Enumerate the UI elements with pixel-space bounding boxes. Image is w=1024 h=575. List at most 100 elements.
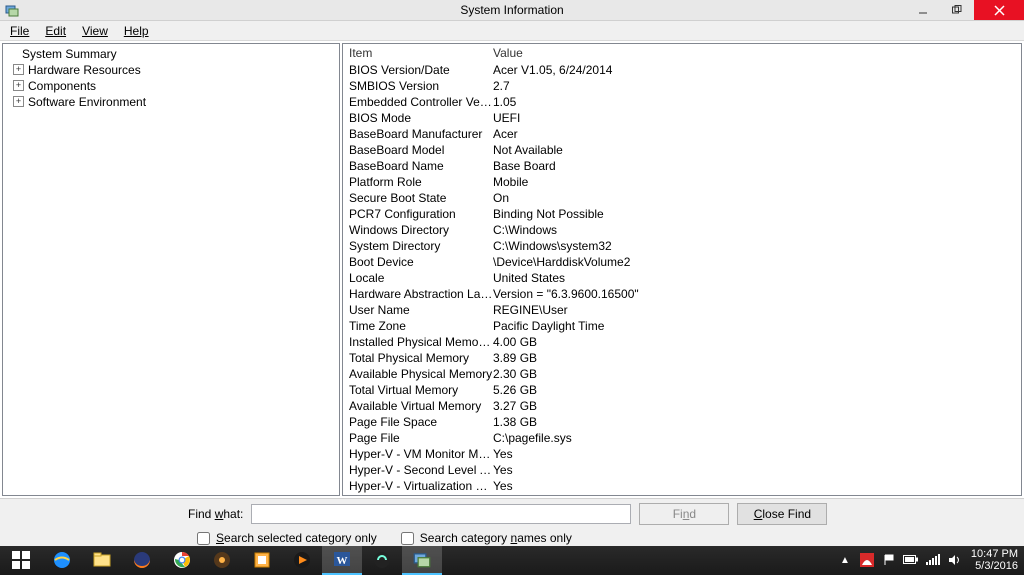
- data-row[interactable]: Installed Physical Memory (RAM)4.00 GB: [343, 334, 1021, 350]
- data-row[interactable]: Secure Boot StateOn: [343, 190, 1021, 206]
- taskbar-msinfo-icon[interactable]: [402, 546, 442, 575]
- data-row[interactable]: Windows DirectoryC:\Windows: [343, 222, 1021, 238]
- close-button[interactable]: [974, 0, 1024, 20]
- start-button[interactable]: [0, 546, 42, 575]
- data-row[interactable]: Available Virtual Memory3.27 GB: [343, 398, 1021, 414]
- tray-chevron-icon[interactable]: ▲: [837, 552, 853, 568]
- cell-value: Mobile: [493, 174, 1021, 190]
- data-row[interactable]: Platform RoleMobile: [343, 174, 1021, 190]
- data-row[interactable]: Hardware Abstraction LayerVersion = "6.3…: [343, 286, 1021, 302]
- cell-item: Windows Directory: [343, 222, 493, 238]
- tray-network-icon[interactable]: [925, 552, 941, 568]
- cell-value: Base Board: [493, 158, 1021, 174]
- tree-item[interactable]: + Components: [7, 78, 335, 94]
- data-row[interactable]: Boot Device\Device\HarddiskVolume2: [343, 254, 1021, 270]
- cell-value: UEFI: [493, 110, 1021, 126]
- menu-edit[interactable]: Edit: [39, 22, 72, 40]
- cell-value: Not Available: [493, 142, 1021, 158]
- cell-value: 4.00 GB: [493, 334, 1021, 350]
- cell-item: User Name: [343, 302, 493, 318]
- cell-value: 2.7: [493, 78, 1021, 94]
- taskbar-app-icon-1[interactable]: [202, 546, 242, 575]
- search-names-cb[interactable]: [401, 532, 414, 545]
- taskbar-word-icon[interactable]: W: [322, 546, 362, 575]
- cell-item: Available Virtual Memory: [343, 398, 493, 414]
- data-row[interactable]: BaseBoard ManufacturerAcer: [343, 126, 1021, 142]
- expander-icon[interactable]: +: [13, 80, 24, 91]
- tray-avira-icon[interactable]: [859, 552, 875, 568]
- data-panel[interactable]: Item Value BIOS Version/DateAcer V1.05, …: [342, 43, 1022, 496]
- search-selected-cb[interactable]: [197, 532, 210, 545]
- taskbar-explorer-icon[interactable]: [82, 546, 122, 575]
- expander-icon[interactable]: +: [13, 64, 24, 75]
- clock-date: 5/3/2016: [975, 560, 1018, 572]
- data-row[interactable]: BIOS Version/DateAcer V1.05, 6/24/2014: [343, 62, 1021, 78]
- tray-battery-icon[interactable]: [903, 552, 919, 568]
- taskbar: W ▲ 10:47 PM 5/3/2016: [0, 546, 1024, 575]
- maximize-button[interactable]: [940, 0, 974, 20]
- cell-value: C:\pagefile.sys: [493, 430, 1021, 446]
- tree-root[interactable]: System Summary: [7, 46, 335, 62]
- app-icon: [4, 2, 20, 18]
- data-row[interactable]: BaseBoard NameBase Board: [343, 158, 1021, 174]
- menu-view[interactable]: View: [76, 22, 114, 40]
- menu-help[interactable]: Help: [118, 22, 155, 40]
- tree-item[interactable]: +Software Environment: [7, 94, 335, 110]
- tree-panel[interactable]: System Summary + Hardware Resources + Compo…: [2, 43, 340, 496]
- data-row[interactable]: Hyper-V - VM Monitor Mode E...Yes: [343, 446, 1021, 462]
- data-row[interactable]: Available Physical Memory2.30 GB: [343, 366, 1021, 382]
- taskbar-clock[interactable]: 10:47 PM 5/3/2016: [965, 548, 1024, 572]
- data-row[interactable]: Hyper-V - Data Execution Prote...Yes: [343, 494, 1021, 496]
- tree-item-label: Components: [28, 78, 96, 94]
- data-row[interactable]: Total Virtual Memory5.26 GB: [343, 382, 1021, 398]
- data-row[interactable]: User NameREGINE\User: [343, 302, 1021, 318]
- data-row[interactable]: Page File Space1.38 GB: [343, 414, 1021, 430]
- cell-item: BIOS Mode: [343, 110, 493, 126]
- taskbar-chrome-icon[interactable]: [162, 546, 202, 575]
- data-row[interactable]: Total Physical Memory3.89 GB: [343, 350, 1021, 366]
- tray-flag-icon[interactable]: [881, 552, 897, 568]
- tree-item-label: Hardware Resources: [28, 62, 141, 78]
- taskbar-ie-icon[interactable]: [42, 546, 82, 575]
- find-button[interactable]: Find: [639, 503, 729, 525]
- minimize-button[interactable]: [906, 0, 940, 20]
- expander-icon[interactable]: +: [13, 96, 24, 107]
- menu-file[interactable]: File: [4, 22, 35, 40]
- taskbar-firefox-icon[interactable]: [122, 546, 162, 575]
- cell-value: 5.26 GB: [493, 382, 1021, 398]
- column-item[interactable]: Item: [343, 46, 493, 60]
- data-row[interactable]: LocaleUnited States: [343, 270, 1021, 286]
- data-row[interactable]: Time ZonePacific Daylight Time: [343, 318, 1021, 334]
- cell-value: 1.05: [493, 94, 1021, 110]
- data-row[interactable]: SMBIOS Version2.7: [343, 78, 1021, 94]
- cell-value: 1.38 GB: [493, 414, 1021, 430]
- find-input[interactable]: [251, 504, 631, 524]
- data-row[interactable]: Hyper-V - Virtualization Enable...Yes: [343, 478, 1021, 494]
- column-value[interactable]: Value: [493, 46, 1021, 60]
- data-row[interactable]: Page FileC:\pagefile.sys: [343, 430, 1021, 446]
- data-row[interactable]: PCR7 ConfigurationBinding Not Possible: [343, 206, 1021, 222]
- data-row[interactable]: BIOS ModeUEFI: [343, 110, 1021, 126]
- data-row[interactable]: Hyper-V - Second Level Addres...Yes: [343, 462, 1021, 478]
- taskbar-app-icon-2[interactable]: [242, 546, 282, 575]
- cell-item: Total Physical Memory: [343, 350, 493, 366]
- window-controls: [906, 0, 1024, 20]
- tree-item[interactable]: + Hardware Resources: [7, 62, 335, 78]
- find-bar: Find what: Find Close Find Search select…: [0, 498, 1024, 546]
- cell-item: Installed Physical Memory (RAM): [343, 334, 493, 350]
- cell-value: REGINE\User: [493, 302, 1021, 318]
- cell-value: C:\Windows: [493, 222, 1021, 238]
- cell-item: BaseBoard Manufacturer: [343, 126, 493, 142]
- cell-item: Hyper-V - Second Level Addres...: [343, 462, 493, 478]
- cell-item: SMBIOS Version: [343, 78, 493, 94]
- taskbar-wmp-icon[interactable]: [282, 546, 322, 575]
- cell-value: Version = "6.3.9600.16500": [493, 286, 1021, 302]
- data-row[interactable]: Embedded Controller Version1.05: [343, 94, 1021, 110]
- data-row[interactable]: BaseBoard ModelNot Available: [343, 142, 1021, 158]
- close-find-button[interactable]: Close Find: [737, 503, 827, 525]
- system-tray: ▲: [837, 552, 965, 568]
- cell-value: Acer V1.05, 6/24/2014: [493, 62, 1021, 78]
- taskbar-app-icon-3[interactable]: [362, 546, 402, 575]
- data-row[interactable]: System DirectoryC:\Windows\system32: [343, 238, 1021, 254]
- tray-volume-icon[interactable]: [947, 552, 963, 568]
